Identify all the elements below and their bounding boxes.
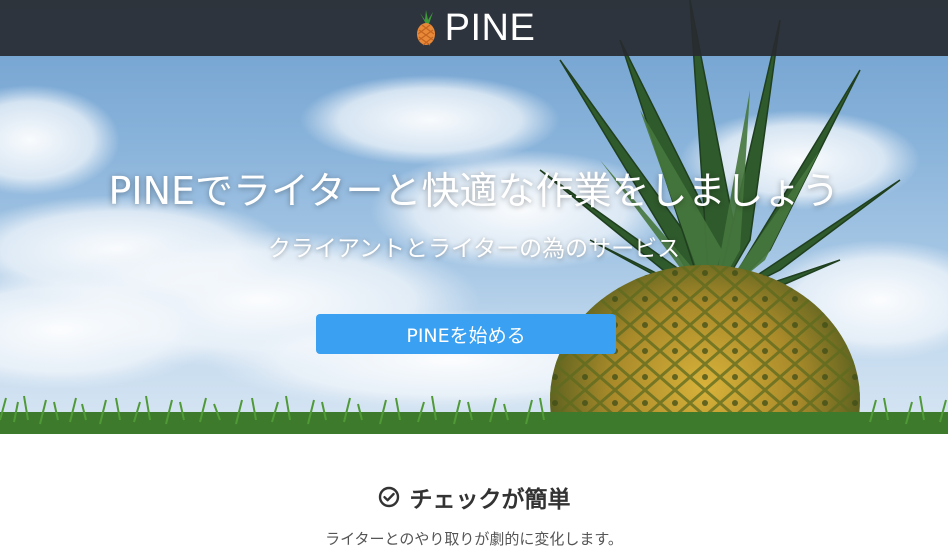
brand-logo-link[interactable]: PINE — [413, 7, 536, 50]
hero-title: PINEでライターと快適な作業をしましょう — [108, 169, 840, 213]
brand-name: PINE — [444, 6, 536, 49]
hero-background-image — [0, 0, 948, 434]
top-navbar: PINE — [0, 0, 948, 56]
feature-section: チェックが簡単 ライターとのやり取りが劇的に変化します。 — [0, 434, 948, 548]
check-circle-icon — [378, 486, 399, 508]
feature-description: ライターとのやり取りが劇的に変化します。 — [325, 530, 623, 548]
feature-heading: チェックが簡単 — [0, 480, 948, 514]
feature-title: チェックが簡単 — [409, 487, 571, 513]
pineapple-icon — [416, 10, 435, 46]
start-pine-button[interactable]: PINEを始める — [316, 314, 616, 354]
hero-section: PINEでライターと快適な作業をしましょう クライアントとライターの為のサービス… — [0, 0, 948, 434]
hero-subtitle: クライアントとライターの為のサービス — [267, 236, 681, 262]
